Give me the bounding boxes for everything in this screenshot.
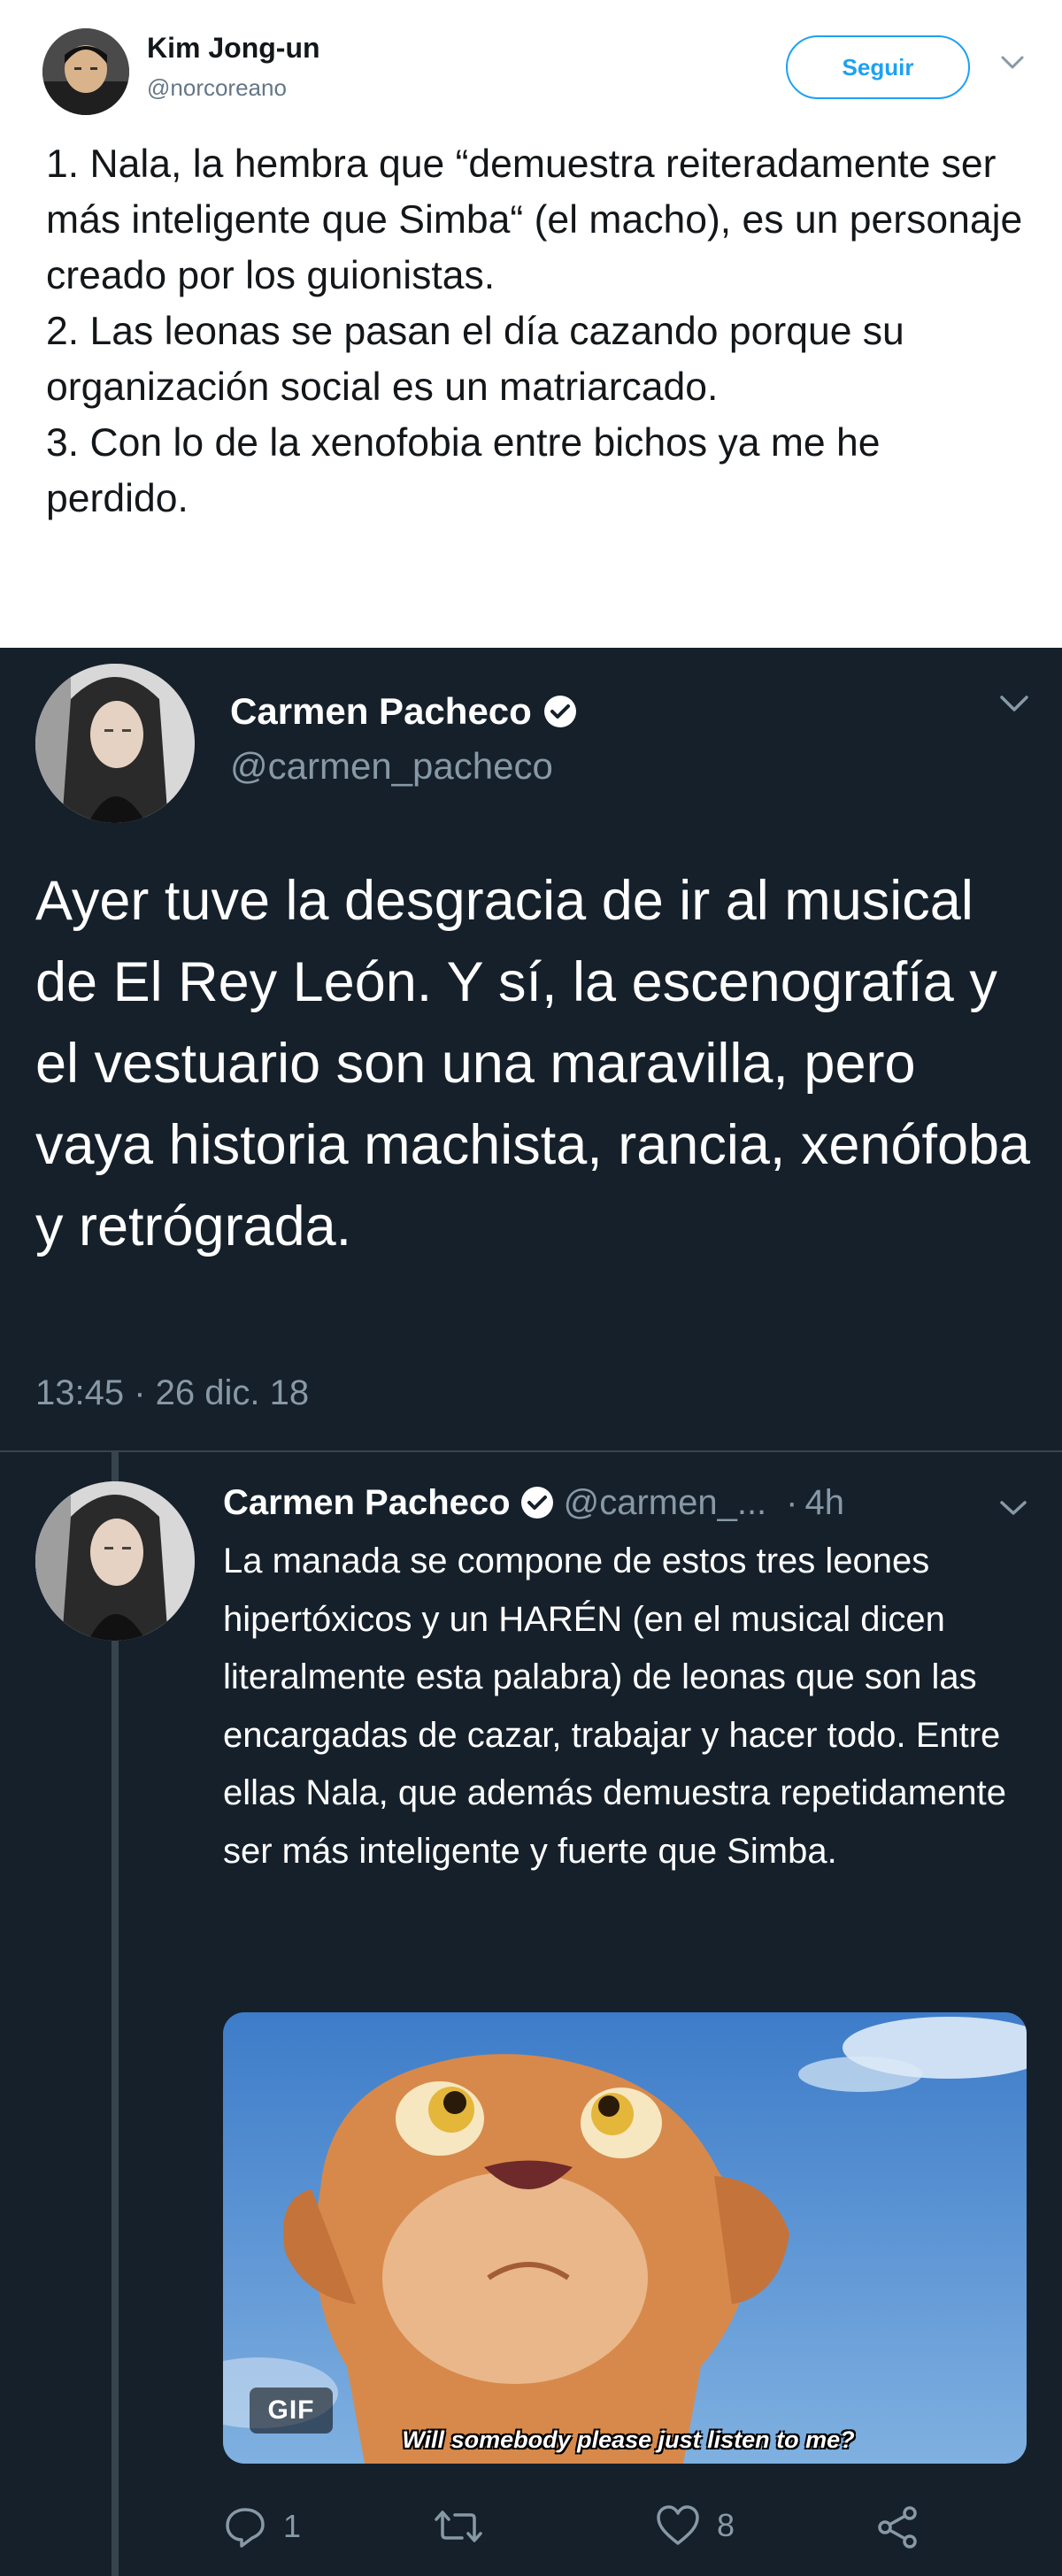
share-icon[interactable] <box>874 2504 920 2550</box>
tweet-text: 1. Nala, la hembra que “demuestra reiter… <box>46 136 1028 527</box>
verified-badge-icon <box>520 1487 553 1519</box>
tweet-text: La manada se compone de estos tres leone… <box>223 1542 1006 1871</box>
screenshot: Kim Jong-un @norcoreano Seguir 1. Nala, … <box>0 0 1062 2576</box>
author-handle[interactable]: @norcoreano <box>147 74 287 102</box>
dark-thread: Carmen Pacheco @carmen_pacheco Ayer tuve… <box>0 648 1062 2576</box>
author-handle[interactable]: @carmen_... <box>564 1483 767 1523</box>
author-name[interactable]: Kim Jong-un <box>147 32 320 65</box>
reply-count: 1 <box>283 2508 302 2544</box>
timestamp[interactable]: 4h <box>805 1483 845 1523</box>
gif-media[interactable] <box>223 2012 1027 2464</box>
like-icon[interactable] <box>655 2504 701 2547</box>
tweet-kim: Kim Jong-un @norcoreano Seguir 1. Nala, … <box>0 0 1062 648</box>
tweet-line: 1. Nala, la hembra que “demuestra reiter… <box>46 142 1023 297</box>
tweet-line: 2. Las leonas se pasan el día cazando po… <box>46 310 904 409</box>
author-name[interactable]: Carmen Pacheco <box>230 690 532 733</box>
author-name[interactable]: Carmen Pacheco <box>223 1483 511 1523</box>
tweet-text: Ayer tuve la desgracia de ir al musical … <box>35 870 1031 1257</box>
like-action[interactable]: 8 <box>655 2504 735 2547</box>
gif-caption: Will somebody please just listen to me? <box>402 2426 855 2453</box>
retweet-icon[interactable] <box>434 2504 483 2549</box>
verified-badge-icon <box>543 696 576 727</box>
follow-button[interactable]: Seguir <box>786 35 970 99</box>
gif-badge: GIF <box>250 2388 333 2434</box>
avatar[interactable] <box>42 28 129 115</box>
reply-action[interactable]: 1 <box>223 2504 301 2549</box>
like-count: 8 <box>717 2507 735 2543</box>
chevron-down-icon[interactable] <box>998 694 1030 713</box>
author-handle[interactable]: @carmen_pacheco <box>230 745 553 788</box>
reply-icon[interactable] <box>223 2504 267 2549</box>
chevron-down-icon[interactable] <box>998 1499 1028 1517</box>
action-bar: 1 8 <box>223 2504 1020 2557</box>
avatar[interactable] <box>35 664 195 823</box>
separator-dot: · <box>786 1482 798 1522</box>
reply-header: Carmen Pacheco @carmen_... · 4h <box>223 1478 1037 1527</box>
divider <box>0 1450 1062 1452</box>
share-action[interactable] <box>874 2504 920 2550</box>
author-name-row: Carmen Pacheco <box>230 690 578 733</box>
tweet-line: 3. Con lo de la xenofobia entre bichos y… <box>46 421 881 520</box>
retweet-action[interactable] <box>434 2504 483 2549</box>
avatar[interactable] <box>35 1481 195 1641</box>
chevron-down-icon[interactable] <box>1000 55 1025 71</box>
timestamp[interactable]: 13:45 · 26 dic. 18 <box>35 1373 309 1413</box>
